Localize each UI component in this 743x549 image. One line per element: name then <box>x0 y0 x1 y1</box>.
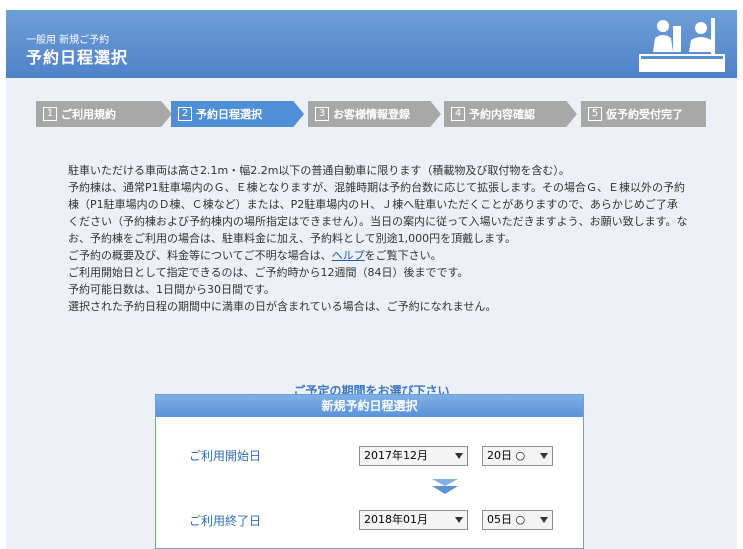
notice-help: ご予約の概要及び、料金等についてご不明な場合は、ヘルプをご覧下さい。 <box>68 247 688 264</box>
step-number: 5 <box>588 107 602 121</box>
end-day-value: 05日 ○ <box>487 513 526 526</box>
page-title: 予約日程選択 <box>26 48 129 67</box>
page-header: 一般用 新規ご予約 予約日程選択 <box>6 10 737 78</box>
step-label: 仮予約受付完了 <box>606 108 683 121</box>
notice-help-suffix: をご覧下さい。 <box>364 249 442 262</box>
notice-text: 駐車いただける車両は高さ2.1m・幅2.2m以下の普通自動車に限ります（積載物及… <box>68 162 688 315</box>
step-number: 1 <box>43 107 57 121</box>
start-day-value: 20日 ○ <box>487 449 526 462</box>
chevron-down-icon <box>540 453 548 459</box>
down-arrow-icon <box>432 479 458 494</box>
step-customer-info: 3 お客様情報登録 <box>308 101 441 127</box>
schedule-selection-box: 新規予約日程選択 ご利用開始日 2017年12月 20日 ○ ご利用終了日 20… <box>155 394 584 549</box>
step-complete: 5 仮予約受付完了 <box>581 101 706 127</box>
step-label: お客様情報登録 <box>333 108 410 121</box>
notice-vehicle-size: 駐車いただける車両は高さ2.1m・幅2.2m以下の普通自動車に限ります（積載物及… <box>68 164 570 177</box>
end-day-select[interactable]: 05日 ○ <box>482 510 553 530</box>
step-number: 3 <box>315 107 329 121</box>
step-confirm: 4 予約内容確認 <box>444 101 577 127</box>
notice-start-limit: ご利用開始日として指定できるのは、ご予約時から12週間（84日）後までです。 <box>68 266 469 279</box>
notice-duration: 予約可能日数は、1日間から30日間です。 <box>68 283 275 296</box>
end-date-label: ご利用終了日 <box>189 514 262 528</box>
start-date-label: ご利用開始日 <box>189 449 262 463</box>
step-label: 予約日程選択 <box>196 108 262 121</box>
start-day-select[interactable]: 20日 ○ <box>482 446 553 466</box>
step-label: 予約内容確認 <box>469 108 535 121</box>
help-link[interactable]: ヘルプ <box>332 249 365 262</box>
notice-parking-building: 予約棟は、通常P1駐車場内のＧ、Ｅ棟となりますが、混雑時期は予約台数に応じて拡張… <box>68 181 688 245</box>
progress-steps: 1 ご利用規約 2 予約日程選択 3 お客様情報登録 4 予約内容確認 5 仮予… <box>36 101 706 127</box>
end-month-value: 2018年01月 <box>364 513 428 526</box>
step-number: 4 <box>451 107 465 121</box>
chevron-down-icon <box>455 517 463 523</box>
chevron-down-icon <box>455 453 463 459</box>
chevron-down-icon <box>540 517 548 523</box>
reception-desk-icon <box>639 18 725 72</box>
notice-help-prefix: ご予約の概要及び、料金等についてご不明な場合は、 <box>68 249 332 262</box>
schedule-box-title: 新規予約日程選択 <box>156 395 583 417</box>
step-number: 2 <box>178 107 192 121</box>
page-frame: 一般用 新規ご予約 予約日程選択 1 ご利用規約 2 予約日程選択 3 お客様情… <box>6 10 737 549</box>
end-month-select[interactable]: 2018年01月 <box>359 510 468 530</box>
step-label: ご利用規約 <box>61 108 116 121</box>
step-schedule: 2 予約日程選択 <box>171 101 304 127</box>
step-terms: 1 ご利用規約 <box>36 101 172 127</box>
start-month-value: 2017年12月 <box>364 449 428 462</box>
notice-full-days: 選択された予約日程の期間中に満車の日が含まれている場合は、ご予約になれません。 <box>68 300 497 313</box>
start-month-select[interactable]: 2017年12月 <box>359 446 468 466</box>
